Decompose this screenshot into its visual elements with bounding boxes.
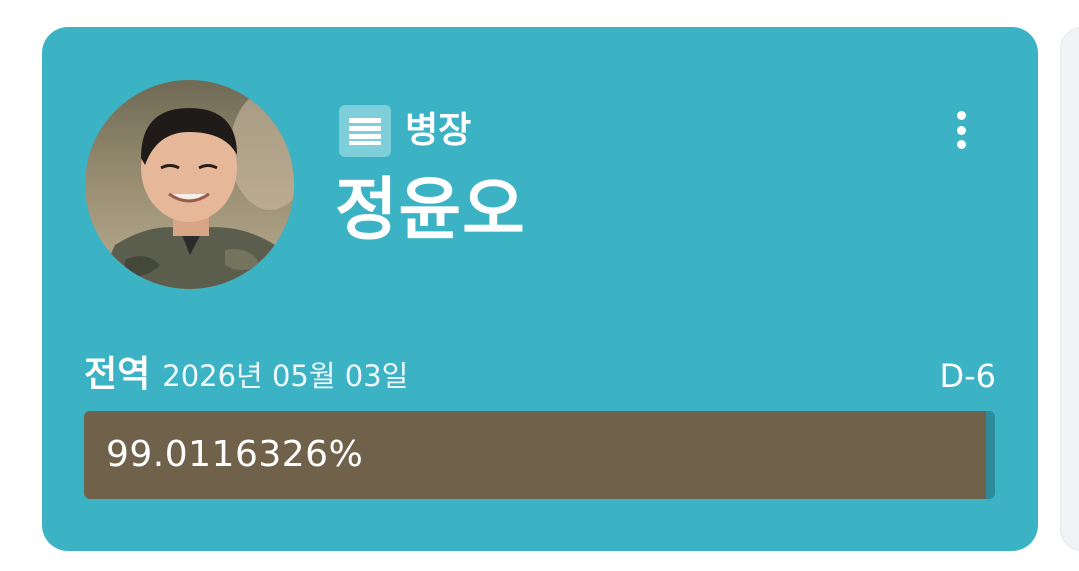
service-card[interactable]: 병장 정윤오 전역 2026년 05월 03일 D-6 99.0116326% <box>42 27 1038 551</box>
more-dot <box>956 125 966 135</box>
more-dot <box>956 140 966 149</box>
next-card-peek[interactable] <box>1060 27 1079 551</box>
rank-label: 병장 <box>405 110 472 151</box>
dday-counter: D-6 <box>939 357 996 395</box>
more-dot <box>956 111 966 120</box>
discharge-row: 전역 2026년 05월 03일 D-6 <box>84 349 996 393</box>
discharge-date: 2026년 05월 03일 <box>162 359 409 393</box>
progress-percent-text: 99.0116326% <box>106 434 364 475</box>
service-progress-bar: 99.0116326% <box>84 411 995 499</box>
discharge-label: 전역 <box>84 354 151 395</box>
rank-row: 병장 <box>339 105 471 157</box>
more-vertical-icon[interactable] <box>950 105 972 155</box>
rank-stripes-icon <box>339 105 391 157</box>
avatar <box>85 80 294 289</box>
soldier-name: 정윤오 <box>335 171 526 250</box>
